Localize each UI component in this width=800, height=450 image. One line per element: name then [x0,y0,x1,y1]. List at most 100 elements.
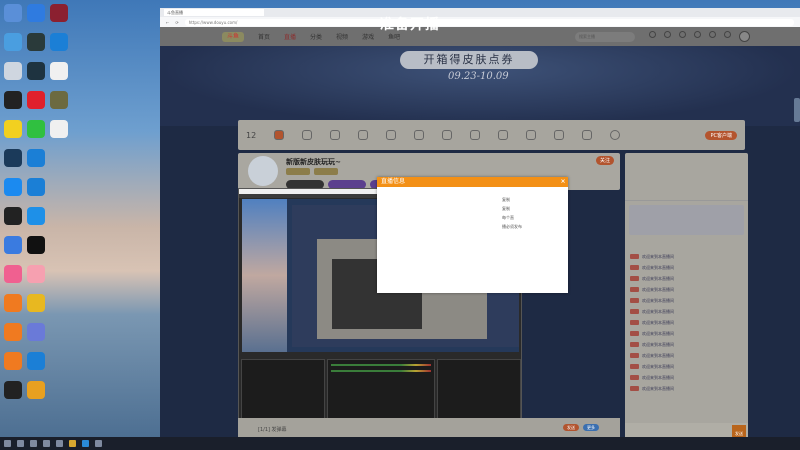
audio-icon[interactable] [302,130,313,140]
follow-button[interactable]: 关注 [595,156,614,165]
desktop-icon[interactable] [4,4,22,22]
desktop-icon[interactable] [4,33,22,51]
reload-icon[interactable]: ⟳ [175,20,178,25]
fan-icon[interactable] [330,130,341,140]
desktop-icon[interactable] [4,381,22,399]
copy-link[interactable]: 复制 [502,204,562,213]
widgets-icon[interactable] [43,440,50,447]
category-tag[interactable] [314,168,338,175]
obs-sources-dock[interactable] [241,359,325,421]
desktop-icon[interactable] [27,265,45,283]
desktop-icon[interactable] [50,33,68,51]
nav-video[interactable]: 视频 [336,32,348,41]
desktop-icon[interactable] [4,265,22,283]
task-view-icon[interactable] [30,440,37,447]
pc-client-button[interactable]: PC客户端 [705,130,737,140]
desktop-icon[interactable] [50,352,68,370]
nav-games[interactable]: 游戏 [362,32,374,41]
side-handle[interactable] [794,98,800,122]
gift-icon[interactable] [274,130,285,140]
desktop-icon[interactable] [4,294,22,312]
folder-icon[interactable] [69,440,76,447]
desktop-icon[interactable] [50,236,68,254]
box-icon[interactable] [386,130,397,140]
desktop-icon[interactable] [27,323,45,341]
back-icon[interactable]: ← [166,20,169,25]
close-icon[interactable]: × [558,177,568,187]
badge-icon[interactable] [442,130,453,140]
game-icon[interactable] [582,130,593,140]
alarm-icon[interactable] [498,130,509,140]
desktop-icon[interactable] [4,207,22,225]
desktop-icon[interactable] [4,62,22,80]
desktop-icon[interactable] [50,62,68,80]
browser-tab[interactable]: 斗鱼直播 [164,9,264,16]
desktop-icon[interactable] [27,207,45,225]
url-input[interactable]: https://www.douyu.com/ [184,18,794,26]
desktop-icon[interactable] [27,149,45,167]
more-button[interactable]: 更多 [583,424,599,431]
desktop-icon[interactable] [27,352,45,370]
desktop-icon[interactable] [4,149,22,167]
desktop-icon[interactable] [4,352,22,370]
desktop-icon[interactable] [27,178,45,196]
edge-icon[interactable] [82,440,89,447]
desktop-icon[interactable] [27,4,45,22]
video-icon[interactable] [679,31,686,38]
diamond-icon[interactable] [554,130,565,140]
desktop-icon[interactable] [50,294,68,312]
checkin-icon[interactable] [470,130,481,140]
desktop-icon[interactable] [4,120,22,138]
chat-input[interactable]: 发送 [625,423,748,437]
site-nav: 斗鱼 首页 直播 分类 视频 游戏 鱼吧 搜索主播 [160,27,800,46]
send-button[interactable]: 发送 [732,425,746,437]
tab-bar: 斗鱼直播 [160,8,800,17]
avatar[interactable] [739,31,750,42]
event-banner[interactable]: 开箱得皮肤点券 09.23-10.09 [160,46,800,126]
obs-icon[interactable] [95,440,102,447]
download-icon[interactable] [724,31,731,38]
desktop-icon[interactable] [50,381,68,399]
desktop-icon[interactable] [50,120,68,138]
history-icon[interactable] [649,31,656,38]
desktop-icon[interactable] [27,381,45,399]
fan-badge-icon [630,342,639,347]
nav-category[interactable]: 分类 [310,32,322,41]
desktop-icon[interactable] [50,91,68,109]
desktop-icon[interactable] [50,4,68,22]
desktop-icon[interactable] [27,294,45,312]
desktop-icon[interactable] [50,178,68,196]
start-icon[interactable] [4,440,11,447]
desktop-icon[interactable] [4,91,22,109]
send-danmu-button[interactable]: 发送 [563,424,579,431]
warning-icon[interactable] [526,130,537,140]
desktop-icon[interactable] [27,62,45,80]
file-explorer-icon[interactable] [56,440,63,447]
desktop-icon[interactable] [27,236,45,254]
obs-controls-dock[interactable] [437,359,521,421]
tv-icon[interactable] [358,130,369,140]
nav-live[interactable]: 直播 [284,32,296,41]
desktop-icon[interactable] [50,265,68,283]
desktop-icon[interactable] [4,323,22,341]
search-input[interactable]: 搜索主播 [575,31,635,42]
desktop-icon[interactable] [50,207,68,225]
desktop-icon[interactable] [4,178,22,196]
desktop-icon[interactable] [27,120,45,138]
obs-audio-mixer[interactable] [326,359,436,421]
more-icon[interactable] [610,130,621,140]
desktop-icon[interactable] [50,149,68,167]
fan-badge-icon [630,254,639,259]
desktop-icon[interactable] [50,323,68,341]
search-icon[interactable] [17,440,24,447]
task-icon[interactable] [709,31,716,38]
desktop-icon[interactable] [27,91,45,109]
message-icon[interactable] [694,31,701,38]
desktop-icon[interactable] [27,33,45,51]
desktop-icon[interactable] [4,236,22,254]
copy-link[interactable]: 复制 [502,195,562,204]
follow-icon[interactable] [664,31,671,38]
fire-icon[interactable] [414,130,425,140]
nav-home[interactable]: 首页 [258,32,270,41]
site-logo[interactable]: 斗鱼 [222,31,244,42]
